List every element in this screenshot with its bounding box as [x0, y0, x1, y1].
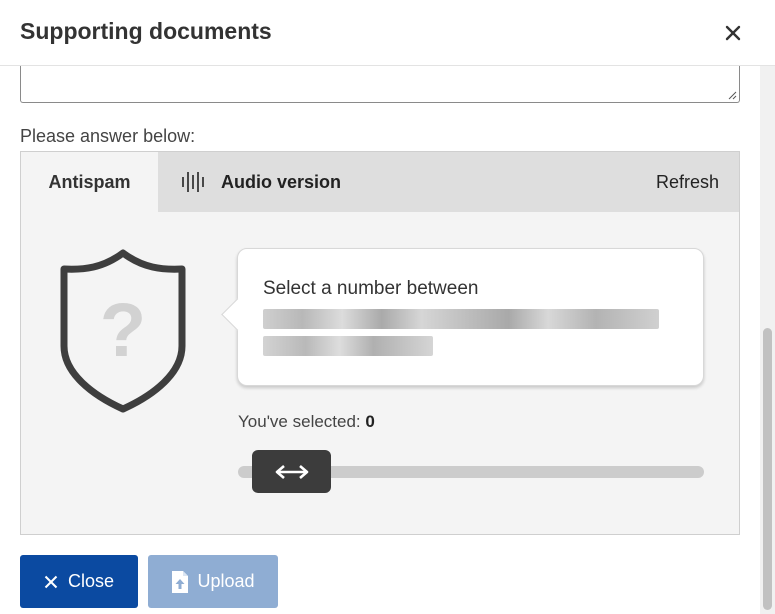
question-bubble: Select a number between [221, 248, 704, 386]
refresh-button[interactable]: Refresh [656, 152, 719, 212]
shield-question-icon: ? [60, 249, 186, 413]
captcha-tabbar: Antispam Audio version Refresh [21, 152, 739, 212]
close-button[interactable]: Close [20, 555, 138, 608]
tab-antispam[interactable]: Antispam [21, 152, 158, 212]
upload-button-label: Upload [197, 571, 255, 591]
bubble-tail [221, 298, 254, 331]
close-button-label: Close [67, 571, 115, 591]
dialog-close-button[interactable] [720, 20, 746, 46]
answer-prompt: Please answer below: [20, 126, 196, 146]
selected-value: 0 [365, 412, 375, 431]
close-icon [725, 25, 741, 41]
close-icon [44, 575, 58, 588]
blurred-question-text [263, 309, 659, 329]
captcha-question: Select a number between [263, 278, 479, 299]
tab-antispam-label: Antispam [48, 171, 131, 192]
dialog-scrollbar[interactable] [760, 66, 775, 614]
blurred-question-text-2 [263, 336, 433, 356]
dialog-title: Supporting documents [20, 18, 272, 44]
captcha-panel: Antispam Audio version Refresh ? Select … [20, 151, 740, 535]
selected-label-text: You've selected: [238, 412, 366, 431]
file-upload-icon [172, 570, 189, 593]
resize-grip-icon[interactable] [727, 90, 737, 100]
tab-audio-version[interactable]: Audio version [181, 152, 341, 212]
audio-waveform-icon [182, 172, 204, 192]
selected-value-label: You've selected: 0 [238, 412, 375, 432]
scrollbar-thumb[interactable] [763, 328, 772, 610]
refresh-label: Refresh [655, 171, 719, 192]
upload-button[interactable]: Upload [148, 555, 278, 608]
slider-handle[interactable] [252, 450, 331, 493]
dialog-header: Supporting documents [0, 0, 775, 66]
horizontal-arrows-icon [275, 464, 308, 479]
comment-textarea[interactable] [20, 66, 740, 103]
svg-text:?: ? [100, 288, 146, 373]
tab-audio-label: Audio version [221, 171, 342, 192]
